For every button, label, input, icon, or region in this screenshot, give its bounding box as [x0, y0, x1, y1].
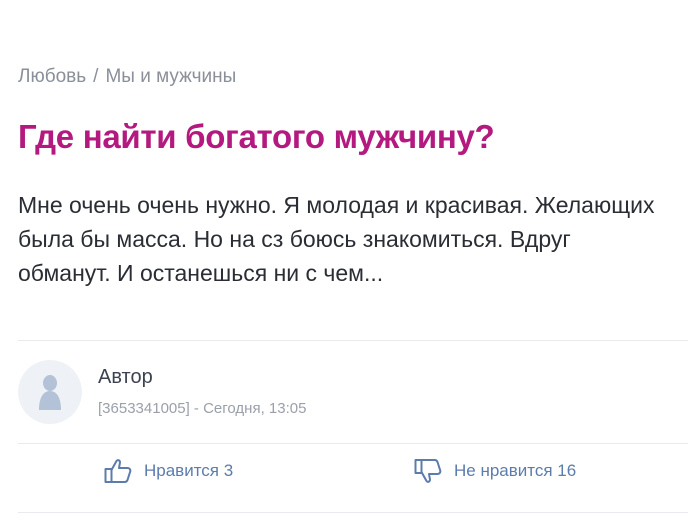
- breadcrumb: Любовь / Мы и мужчины: [18, 66, 236, 88]
- breadcrumb-subcategory[interactable]: Мы и мужчины: [105, 66, 236, 87]
- divider-top: [18, 340, 688, 341]
- like-button[interactable]: Нравится 3: [104, 458, 233, 484]
- dislike-button[interactable]: Не нравится 16: [414, 458, 576, 484]
- thumbs-up-icon: [104, 459, 132, 483]
- post-title: Где найти богатого мужчину?: [18, 118, 495, 155]
- author-name[interactable]: Автор: [98, 366, 153, 389]
- breadcrumb-separator: /: [93, 66, 99, 87]
- thumbs-down-icon: [414, 459, 442, 483]
- post-body: Мне очень очень нужно. Я молодая и краси…: [18, 192, 655, 286]
- breadcrumb-category[interactable]: Любовь: [18, 66, 86, 87]
- divider-middle: [18, 443, 688, 444]
- user-silhouette-icon: [39, 375, 61, 410]
- author-meta: [3653341005] - Сегодня, 13:05: [98, 400, 307, 417]
- like-label: Нравится 3: [144, 461, 234, 480]
- avatar[interactable]: [18, 360, 82, 424]
- divider-bottom: [18, 512, 688, 513]
- dislike-label: Не нравится 16: [454, 461, 577, 480]
- post-page: Любовь / Мы и мужчины Где найти богатого м…: [0, 0, 700, 525]
